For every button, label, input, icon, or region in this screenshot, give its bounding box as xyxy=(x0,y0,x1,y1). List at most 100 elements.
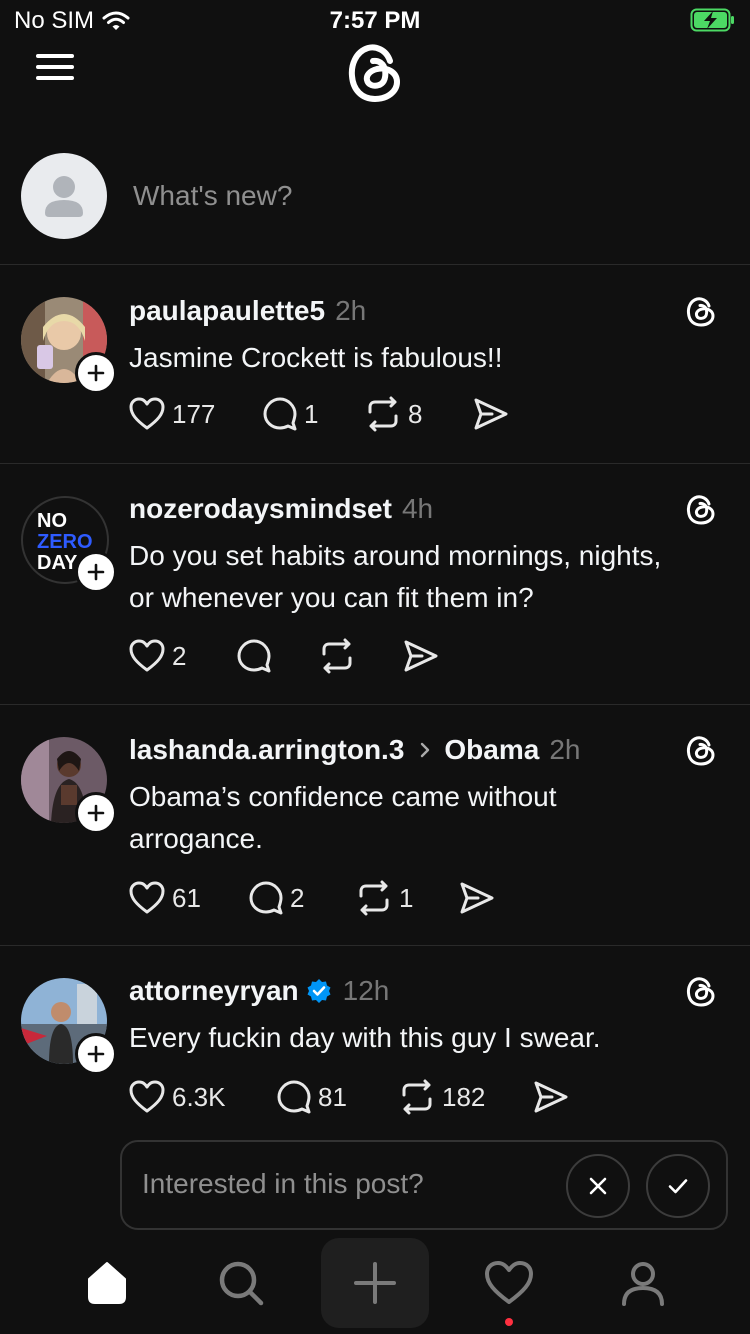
profile-icon xyxy=(622,1262,664,1306)
send-icon xyxy=(474,398,508,430)
menu-bar-line xyxy=(36,65,74,69)
post-time: 4h xyxy=(401,493,434,524)
menu-bar-line xyxy=(36,54,74,58)
repost-button[interactable]: 1 xyxy=(355,880,413,916)
tab-activity[interactable] xyxy=(455,1238,563,1328)
send-icon xyxy=(460,882,494,914)
share-button[interactable] xyxy=(532,1079,570,1115)
svg-text:NO: NO xyxy=(37,510,67,532)
threads-icon[interactable] xyxy=(684,295,718,329)
post-item[interactable]: paulapaulette5 2h Jasmine Crockett is fa… xyxy=(0,265,750,464)
interest-prompt-text: Interested in this post? xyxy=(142,1168,424,1199)
battery-charging-icon xyxy=(690,8,736,37)
post-time: 12h xyxy=(342,975,390,1006)
post-header: paulapaulette5 2h xyxy=(129,295,366,327)
interest-prompt: Interested in this post? xyxy=(120,1140,728,1230)
chevron-right-icon xyxy=(421,742,430,758)
post-item[interactable]: attorneyryan 12h Every fuckin day with t… xyxy=(0,946,750,1146)
post-header: nozerodaysmindset 4h xyxy=(129,493,433,525)
repost-icon xyxy=(359,880,389,916)
username[interactable]: nozerodaysmindset xyxy=(129,493,392,525)
tab-profile[interactable] xyxy=(589,1238,697,1328)
reply-count: 2 xyxy=(290,882,305,913)
search-icon xyxy=(219,1261,264,1306)
post-text[interactable]: Jasmine Crockett is fabulous!! xyxy=(129,337,729,379)
menu-button[interactable] xyxy=(36,54,74,84)
share-button[interactable] xyxy=(402,638,440,674)
reply-button[interactable] xyxy=(236,638,272,674)
reply-button[interactable]: 2 xyxy=(248,880,304,916)
close-icon xyxy=(589,1177,607,1195)
share-button[interactable] xyxy=(458,880,496,916)
post-text[interactable]: Every fuckin day with this guy I swear. xyxy=(129,1017,729,1059)
verified-badge-icon xyxy=(307,979,331,1003)
reply-count: 81 xyxy=(318,1081,347,1112)
follow-button[interactable] xyxy=(75,352,117,394)
tab-search[interactable] xyxy=(187,1238,295,1328)
community-name[interactable]: Obama xyxy=(444,734,539,766)
comment-icon xyxy=(237,639,271,673)
own-avatar[interactable] xyxy=(21,153,107,239)
checkmark-icon xyxy=(668,1179,688,1194)
reply-button[interactable]: 81 xyxy=(276,1079,347,1115)
default-user-icon xyxy=(45,176,83,217)
repost-button[interactable]: 8 xyxy=(364,396,422,432)
post-time: 2h xyxy=(335,295,367,326)
share-button[interactable] xyxy=(472,396,510,432)
home-icon xyxy=(88,1262,126,1304)
repost-count: 1 xyxy=(399,882,414,913)
new-post-composer[interactable]: What's new? xyxy=(0,140,750,265)
post-item[interactable]: NO ZERO DAY nozerodaysmindset 4h Do you … xyxy=(0,464,750,705)
not-interested-button[interactable] xyxy=(566,1154,630,1218)
top-bar xyxy=(0,40,750,112)
like-button[interactable]: 6.3K xyxy=(128,1079,226,1115)
svg-text:DAY: DAY xyxy=(37,552,78,574)
heart-icon xyxy=(485,1261,533,1304)
post-text-line: Obama’s confidence came without xyxy=(129,781,557,812)
bottom-tab-bar xyxy=(0,1238,750,1334)
follow-button[interactable] xyxy=(75,551,117,593)
repost-count: 8 xyxy=(408,398,423,429)
threads-icon[interactable] xyxy=(684,493,718,527)
username[interactable]: attorneyryan xyxy=(129,975,299,1007)
heart-icon xyxy=(129,397,165,430)
threads-icon[interactable] xyxy=(684,975,718,1009)
repost-count: 182 xyxy=(442,1081,486,1112)
post-text[interactable]: Do you set habits around mornings, night… xyxy=(129,535,729,619)
post-header: attorneyryan 12h xyxy=(129,975,389,1007)
threads-logo-icon[interactable] xyxy=(342,40,408,106)
like-button[interactable]: 61 xyxy=(128,880,201,916)
interested-button[interactable] xyxy=(646,1154,710,1218)
status-bar: No SIM 7:57 PM xyxy=(0,0,750,40)
post-text[interactable]: Obama’s confidence came without arroganc… xyxy=(129,776,729,860)
notification-dot xyxy=(505,1318,513,1326)
composer-placeholder[interactable]: What's new? xyxy=(133,180,292,212)
comment-icon xyxy=(249,881,283,915)
post-item[interactable]: lashanda.arrington.3 Obama 2h Obama’s co… xyxy=(0,705,750,946)
plus-icon xyxy=(87,804,105,822)
repost-button[interactable]: 182 xyxy=(398,1079,485,1115)
send-icon xyxy=(404,640,438,672)
like-button[interactable]: 2 xyxy=(128,638,186,674)
like-button[interactable]: 177 xyxy=(128,396,215,432)
repost-button[interactable] xyxy=(318,638,356,674)
post-header: lashanda.arrington.3 Obama 2h xyxy=(129,734,581,766)
reply-count: 1 xyxy=(304,398,319,429)
heart-icon xyxy=(129,639,165,672)
tab-home[interactable] xyxy=(53,1238,161,1328)
username[interactable]: lashanda.arrington.3 xyxy=(129,734,404,766)
follow-button[interactable] xyxy=(75,792,117,834)
post-text-line: or whenever you can fit them in? xyxy=(129,582,534,613)
username[interactable]: paulapaulette5 xyxy=(129,295,325,327)
tab-new-post[interactable] xyxy=(321,1238,429,1328)
follow-button[interactable] xyxy=(75,1033,117,1075)
reply-button[interactable]: 1 xyxy=(262,396,318,432)
plus-icon xyxy=(87,563,105,581)
svg-text:ZERO: ZERO xyxy=(37,531,93,553)
heart-icon xyxy=(129,1080,165,1113)
repost-icon xyxy=(368,396,398,432)
like-count: 2 xyxy=(172,640,187,671)
clock: 7:57 PM xyxy=(329,7,421,34)
post-time: 2h xyxy=(549,734,581,765)
threads-icon[interactable] xyxy=(684,734,718,768)
